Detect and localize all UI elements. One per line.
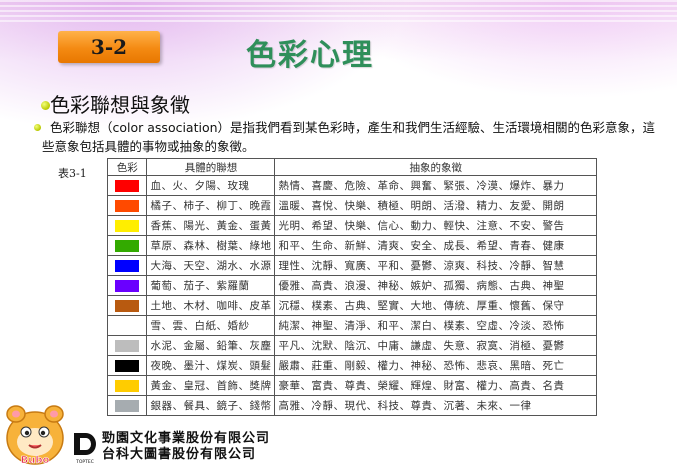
table-row: 橘子、柿子、柳丁、晚霞 溫暖、喜悅、快樂、積極、明朗、活潑、精力、友愛、開朗 [106,195,597,216]
color-swatch-cell [106,215,148,236]
abstract-symbolism: 純潔、神聖、清淨、和平、潔白、樸素、空虛、冷淡、恐怖 [274,315,597,336]
abstract-symbolism: 高雅、冷靜、現代、科技、尊貴、沉著、未來、一律 [274,395,597,416]
publisher-name-1: 勁園文化事業股份有限公司 [102,431,271,446]
section-heading: 色彩聯想與象徵 [50,93,190,117]
table-row: 大海、天空、湖水、水源 理性、沈靜、寬廣、平和、憂鬱、涼爽、科技、冷靜、智慧 [106,255,597,276]
color-swatch [115,199,140,212]
abstract-symbolism: 溫暖、喜悅、快樂、積極、明朗、活潑、精力、友愛、開朗 [274,195,597,216]
color-swatch [115,399,140,412]
color-swatch [115,359,140,372]
color-swatch-cell [106,355,148,376]
color-swatch-cell [106,255,148,276]
color-swatch [115,339,140,352]
paragraph-text: 色彩聯想（color association）是指我們看到某色彩時，產生和我們生… [42,120,656,154]
abstract-symbolism: 理性、沈靜、寬廣、平和、憂鬱、涼爽、科技、冷靜、智慧 [274,255,597,276]
concrete-association: 銀器、餐具、鏡子、錢幣 [146,395,276,416]
color-swatch-cell [106,195,148,216]
color-swatch [115,179,140,192]
concrete-association: 香蕉、陽光、黃金、蛋黃 [146,215,276,236]
concrete-association: 水泥、金屬、鉛筆、灰塵 [146,335,276,356]
table-row: 黃金、皇冠、首飾、獎牌 豪華、富貴、尊貴、榮耀、輝煌、財富、權力、高貴、名貴 [106,375,597,396]
table-row: 銀器、餐具、鏡子、錢幣 高雅、冷靜、現代、科技、尊貴、沉著、未來、一律 [106,395,597,416]
color-swatch [115,259,140,272]
color-swatch [115,320,139,332]
publisher-names: 勁園文化事業股份有限公司 台科大圖書股份有限公司 [102,431,270,463]
color-swatch [115,379,140,392]
concrete-association: 草原、森林、樹葉、綠地 [146,235,276,256]
table-row: 血、火、夕陽、玫瑰 熱情、喜慶、危險、革命、興奮、緊張、冷漠、爆炸、暴力 [106,175,597,196]
abstract-symbolism: 和平、生命、新鮮、清爽、安全、成長、希望、青春、健康 [274,235,597,256]
column-header-abstract: 抽象的象徵 [274,158,597,176]
column-header-color: 色彩 [106,158,148,176]
table-row: 香蕉、陽光、黃金、蛋黃 光明、希望、快樂、信心、動力、輕快、注意、不安、警告 [106,215,597,236]
abstract-symbolism: 優雅、高貴、浪漫、神秘、嫉妒、孤獨、病態、古典、神聖 [274,275,597,296]
color-swatch-cell [106,335,148,356]
color-swatch [115,219,140,232]
table-row: 水泥、金屬、鉛筆、灰塵 平凡、沈默、陰沉、中庸、謙虛、失意、寂寞、消極、憂鬱 [106,335,597,356]
color-swatch-cell [106,175,148,196]
page-title: 色彩心理 [246,38,374,73]
color-swatch-cell [106,235,148,256]
color-swatch [115,299,140,312]
mascot-label: Bubo [21,455,50,466]
concrete-association: 橘子、柿子、柳丁、晚霞 [146,195,276,216]
color-swatch-cell [106,375,148,396]
abstract-symbolism: 豪華、富貴、尊貴、榮耀、輝煌、財富、權力、高貴、名貴 [274,375,597,396]
abstract-symbolism: 光明、希望、快樂、信心、動力、輕快、注意、不安、警告 [274,215,597,236]
publisher-logo-icon: TOPTEC [74,433,96,465]
table-body: 血、火、夕陽、玫瑰 熱情、喜慶、危險、革命、興奮、緊張、冷漠、爆炸、暴力 橘子、柿子… [106,175,597,416]
bullet-icon [34,124,41,131]
column-header-concrete: 具體的聯想 [146,158,276,176]
color-swatch-cell [106,275,148,296]
concrete-association: 血、火、夕陽、玫瑰 [146,175,276,196]
concrete-association: 夜晚、墨汁、煤炭、頭髮 [146,355,276,376]
table-label: 表3-1 [58,167,87,180]
bullet-icon [41,101,50,110]
color-swatch-cell [106,295,148,316]
abstract-symbolism: 平凡、沈默、陰沉、中庸、謙虛、失意、寂寞、消極、憂鬱 [274,335,597,356]
color-swatch [115,279,140,292]
logo-text: TOPTEC [75,459,94,465]
color-swatch-cell [106,395,148,416]
concrete-association: 大海、天空、湖水、水源 [146,255,276,276]
table-header-row: 色彩 具體的聯想 抽象的象徵 [106,158,597,176]
table-row: 土地、木材、咖啡、皮革 沉穩、樸素、古典、堅實、大地、傳統、厚重、懷舊、保守 [106,295,597,316]
header-decoration [0,0,677,24]
table-row: 雪、雲、白紙、婚紗 純潔、神聖、清淨、和平、潔白、樸素、空虛、冷淡、恐怖 [106,315,597,336]
description-paragraph: 色彩聯想（color association）是指我們看到某色彩時，產生和我們生… [42,118,662,156]
concrete-association: 葡萄、茄子、紫羅蘭 [146,275,276,296]
table-row: 葡萄、茄子、紫羅蘭 優雅、高貴、浪漫、神秘、嫉妒、孤獨、病態、古典、神聖 [106,275,597,296]
color-swatch [115,239,140,252]
concrete-association: 土地、木材、咖啡、皮革 [146,295,276,316]
color-swatch-cell [106,315,148,336]
concrete-association: 雪、雲、白紙、婚紗 [146,315,276,336]
abstract-symbolism: 嚴肅、莊重、剛毅、權力、神秘、恐怖、悲哀、黑暗、死亡 [274,355,597,376]
table-row: 夜晚、墨汁、煤炭、頭髮 嚴肅、莊重、剛毅、權力、神秘、恐怖、悲哀、黑暗、死亡 [106,355,597,376]
color-association-table: 色彩 具體的聯想 抽象的象徵 血、火、夕陽、玫瑰 熱情、喜慶、危險、革命、興奮、緊… [106,158,597,416]
chapter-badge: 3-2 [58,31,160,63]
publisher-name-2: 台科大圖書股份有限公司 [102,447,257,462]
abstract-symbolism: 熱情、喜慶、危險、革命、興奮、緊張、冷漠、爆炸、暴力 [274,175,597,196]
table-row: 草原、森林、樹葉、綠地 和平、生命、新鮮、清爽、安全、成長、希望、青春、健康 [106,235,597,256]
abstract-symbolism: 沉穩、樸素、古典、堅實、大地、傳統、厚重、懷舊、保守 [274,295,597,316]
concrete-association: 黃金、皇冠、首飾、獎牌 [146,375,276,396]
mascot-icon: Bubo [6,405,64,466]
